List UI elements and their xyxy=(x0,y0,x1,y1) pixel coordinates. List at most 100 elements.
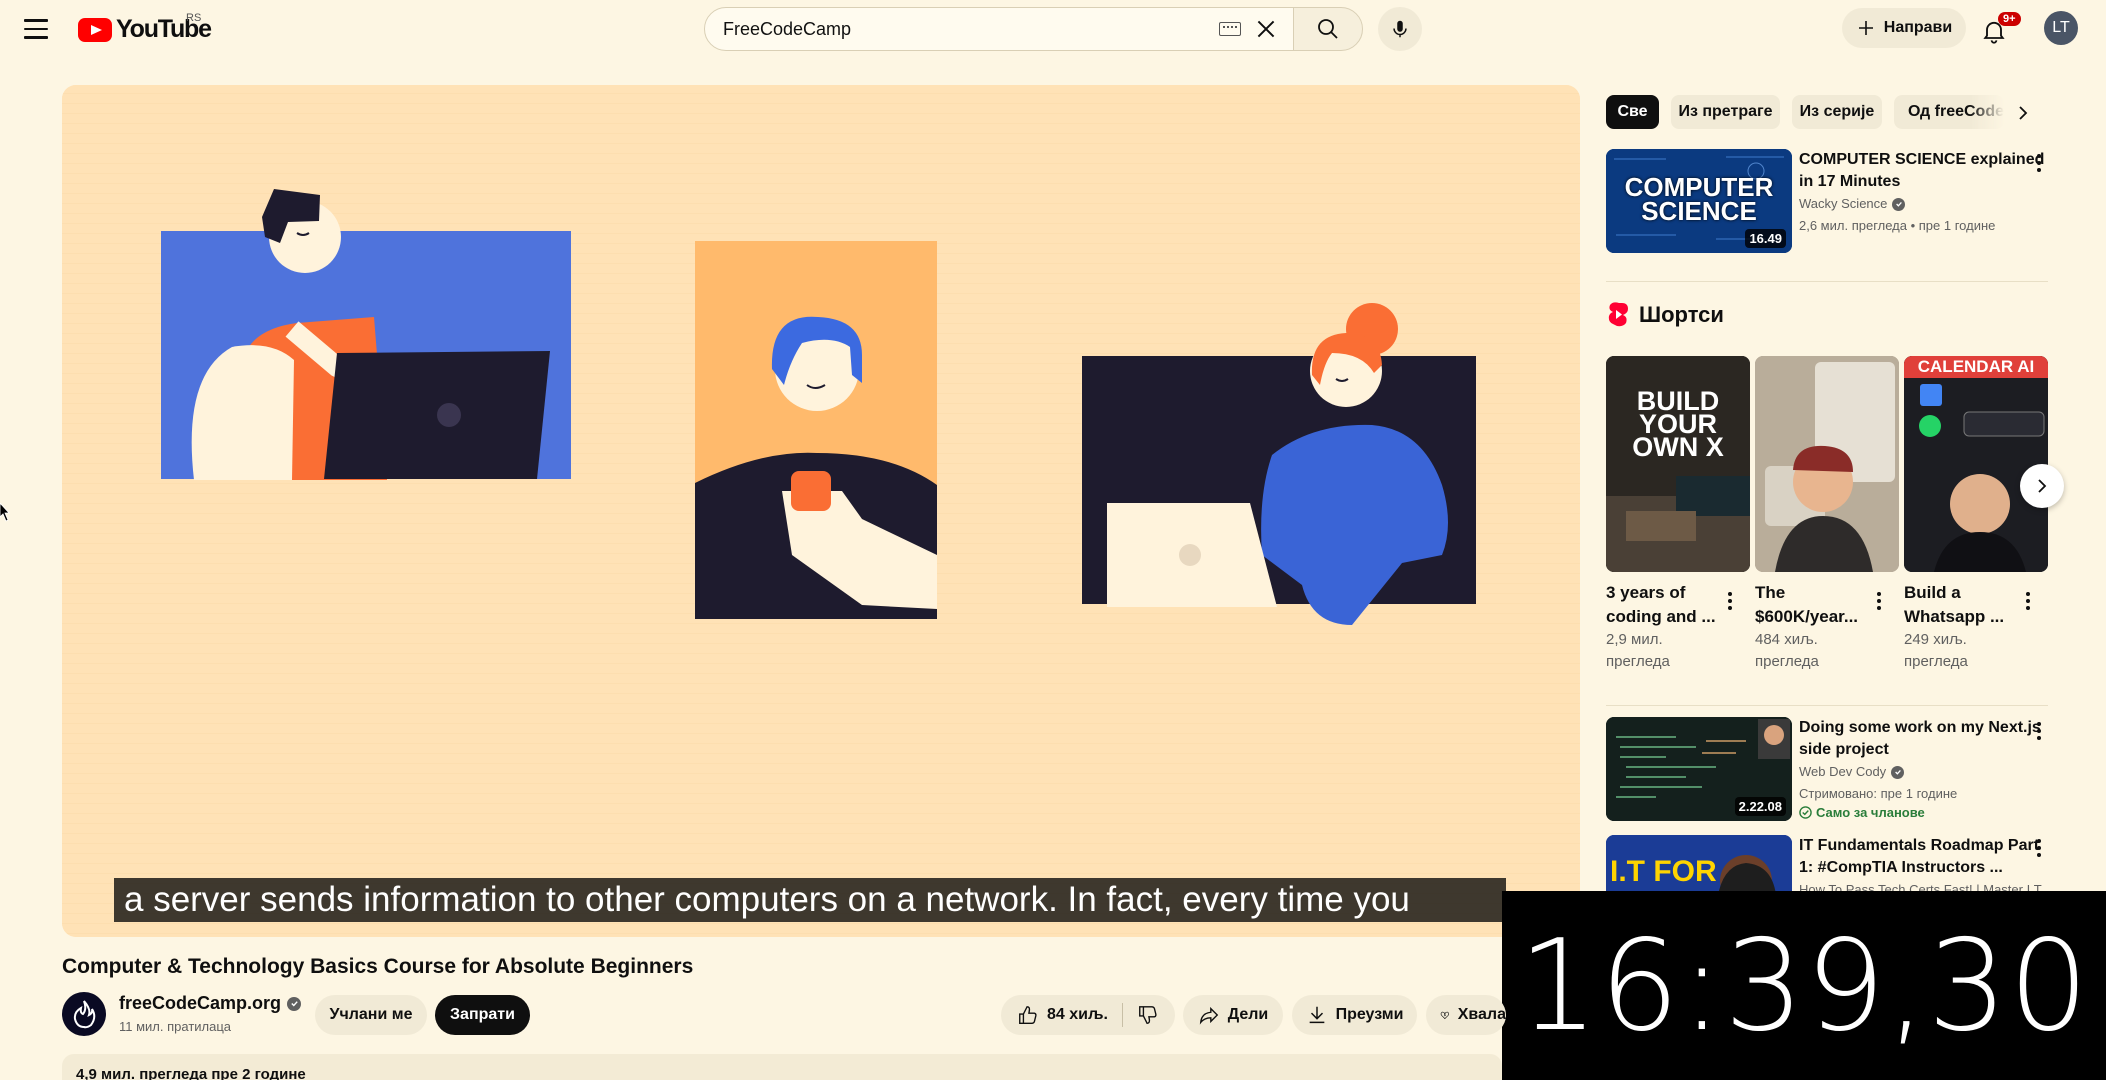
short-thumbnail[interactable]: CALENDAR AI xyxy=(1904,356,2048,572)
short-title-line-1[interactable]: Build a xyxy=(1904,581,2022,605)
notifications-button[interactable]: 9+ xyxy=(1980,12,2021,48)
voice-search-button[interactable] xyxy=(1378,7,1422,51)
thumb-text: I.T FOR xyxy=(1610,855,1717,888)
plus-icon xyxy=(1858,21,1873,35)
short-info: The $600K/year... 484 хиљ. прегледа xyxy=(1755,581,1873,673)
thumb-text-line-2: SCIENCE xyxy=(1641,196,1757,226)
related-video-channel[interactable]: Web Dev Cody xyxy=(1799,761,2051,783)
short-thumbnail[interactable]: BUILD YOUR OWN X xyxy=(1606,356,1750,572)
account-avatar[interactable]: LT xyxy=(2044,11,2078,45)
more-actions-icon[interactable] xyxy=(2029,836,2049,860)
verified-icon xyxy=(1891,765,1905,779)
short-views-line-1: 484 хиљ. xyxy=(1755,631,1818,648)
short-title-line-2[interactable]: $600K/year... xyxy=(1755,605,1873,629)
description-box[interactable]: 4,9 мил. прегледа пре 2 године xyxy=(62,1054,1502,1080)
related-video-thumbnail[interactable]: 2.22.08 xyxy=(1606,717,1792,821)
chip-from-search[interactable]: Из претраге xyxy=(1671,95,1780,129)
shorts-label: Шортси xyxy=(1639,302,1724,327)
menu-icon[interactable] xyxy=(24,14,54,44)
more-actions-icon[interactable] xyxy=(1720,589,1740,613)
related-video-meta: 2,6 мил. прегледа • пре 1 године xyxy=(1799,218,1996,233)
video-duration: 16.49 xyxy=(1745,229,1786,248)
short-views-line-2: прегледа xyxy=(1606,653,1670,670)
shorts-next-button[interactable] xyxy=(2020,464,2064,508)
share-button[interactable]: Дели xyxy=(1183,995,1283,1035)
short-thumb-text: CALENDAR AI xyxy=(1917,357,2035,376)
members-icon xyxy=(1799,806,1812,819)
chevron-right-icon xyxy=(2038,479,2047,493)
short-title-line-1[interactable]: 3 years of xyxy=(1606,581,1724,605)
short-views-line-2: прегледа xyxy=(1904,653,1968,670)
more-actions-icon[interactable] xyxy=(1869,589,1889,613)
chips-next-button[interactable] xyxy=(2006,96,2040,130)
related-video-channel[interactable]: Wacky Science xyxy=(1799,193,2051,215)
search-icon xyxy=(1318,19,1338,39)
thanks-label: Хвала xyxy=(1457,1006,1506,1023)
channel-name-text: freeCodeCamp.org xyxy=(119,993,282,1013)
views-line: 4,9 мил. прегледа пре 2 године xyxy=(76,1066,306,1080)
related-video-info: IT Fundamentals Roadmap Part 1: #CompTIA… xyxy=(1799,835,2051,891)
chip-from-series[interactable]: Из серије xyxy=(1792,95,1882,129)
related-video-title[interactable]: COMPUTER SCIENCE explained in 17 Minutes xyxy=(1799,149,2051,193)
related-video-title[interactable]: IT Fundamentals Roadmap Part 1: #CompTIA… xyxy=(1799,835,2051,879)
notifications-badge: 9+ xyxy=(1998,12,2021,26)
download-button[interactable]: Преузми xyxy=(1292,995,1417,1035)
mouse-cursor-icon xyxy=(0,503,10,522)
microphone-icon xyxy=(1393,20,1407,38)
chevron-right-icon xyxy=(2019,106,2028,120)
thumbs-down-icon[interactable] xyxy=(1137,1004,1159,1026)
like-dislike-group[interactable]: 84 хиљ. xyxy=(1001,995,1175,1035)
more-actions-icon[interactable] xyxy=(2029,151,2049,175)
channel-name-text: Wacky Science xyxy=(1799,196,1888,211)
related-video-info: COMPUTER SCIENCE explained in 17 Minutes… xyxy=(1799,149,2051,237)
region-code: RS xyxy=(186,12,202,24)
section-divider xyxy=(1606,705,2048,706)
download-icon xyxy=(1309,1006,1324,1024)
short-title-line-2[interactable]: Whatsapp ... xyxy=(1904,605,2022,629)
short-views-line-2: прегледа xyxy=(1755,653,1819,670)
chip-all[interactable]: Све xyxy=(1606,95,1659,129)
share-label: Дели xyxy=(1227,1006,1269,1023)
chip-from-freecodecamp[interactable]: Од freeCodeCamp xyxy=(1894,95,2004,129)
keyboard-icon[interactable] xyxy=(1219,22,1241,36)
like-divider xyxy=(1121,1003,1123,1027)
short-views-line-1: 249 хиљ. xyxy=(1904,631,1967,648)
subscribe-button[interactable]: Запрати xyxy=(435,995,530,1035)
video-title: Computer & Technology Basics Course for … xyxy=(62,955,694,978)
create-label: Направи xyxy=(1883,19,1953,36)
short-title-line-2[interactable]: coding and ... xyxy=(1606,605,1724,629)
join-button[interactable]: Учлани ме xyxy=(315,995,427,1035)
create-button[interactable]: Направи xyxy=(1842,8,1966,48)
short-thumbnail[interactable] xyxy=(1755,356,1899,572)
clear-search-icon[interactable] xyxy=(1253,16,1279,42)
like-count: 84 хиљ. xyxy=(1047,1006,1108,1023)
members-only-label: Само за чланове xyxy=(1816,805,1925,820)
channel-avatar[interactable] xyxy=(62,992,106,1036)
more-actions-icon[interactable] xyxy=(2029,719,2049,743)
shorts-icon xyxy=(1608,302,1628,327)
channel-name-text: Web Dev Cody xyxy=(1799,764,1887,779)
clock-overlay: 16:39,30 xyxy=(1502,891,2106,1080)
short-title-line-1[interactable]: The xyxy=(1755,581,1873,605)
search-input[interactable]: FreeCodeCamp xyxy=(704,7,1294,51)
more-actions-icon[interactable] xyxy=(2018,589,2038,613)
video-player[interactable] xyxy=(62,85,1580,937)
svg-text:$: $ xyxy=(1444,1013,1446,1017)
download-label: Преузми xyxy=(1335,1006,1404,1023)
channel-name[interactable]: freeCodeCamp.org xyxy=(119,993,302,1014)
related-video-title[interactable]: Doing some work on my Next.js side proje… xyxy=(1799,717,2051,761)
thumbs-up-icon[interactable] xyxy=(1017,1004,1039,1026)
share-icon xyxy=(1199,1006,1218,1025)
related-video-thumbnail[interactable]: COMPUTER SCIENCE 16.49 xyxy=(1606,149,1792,253)
shorts-section-heading: Шортси xyxy=(1607,302,1724,328)
related-video-meta: Стримовано: пре 1 године xyxy=(1799,786,1958,801)
related-video-thumbnail[interactable]: I.T FOR xyxy=(1606,835,1792,891)
short-views-line-1: 2,9 мил. xyxy=(1606,631,1663,648)
section-divider xyxy=(1606,281,2048,282)
verified-icon xyxy=(287,996,302,1011)
search-button[interactable] xyxy=(1293,7,1363,51)
related-video-channel[interactable]: How To Pass Tech Certs Fast! | Master I.… xyxy=(1799,879,2051,891)
video-duration: 2.22.08 xyxy=(1734,797,1786,816)
thanks-button[interactable]: $ Хвала xyxy=(1426,995,1506,1035)
short-thumbnail-art xyxy=(1755,356,1899,572)
